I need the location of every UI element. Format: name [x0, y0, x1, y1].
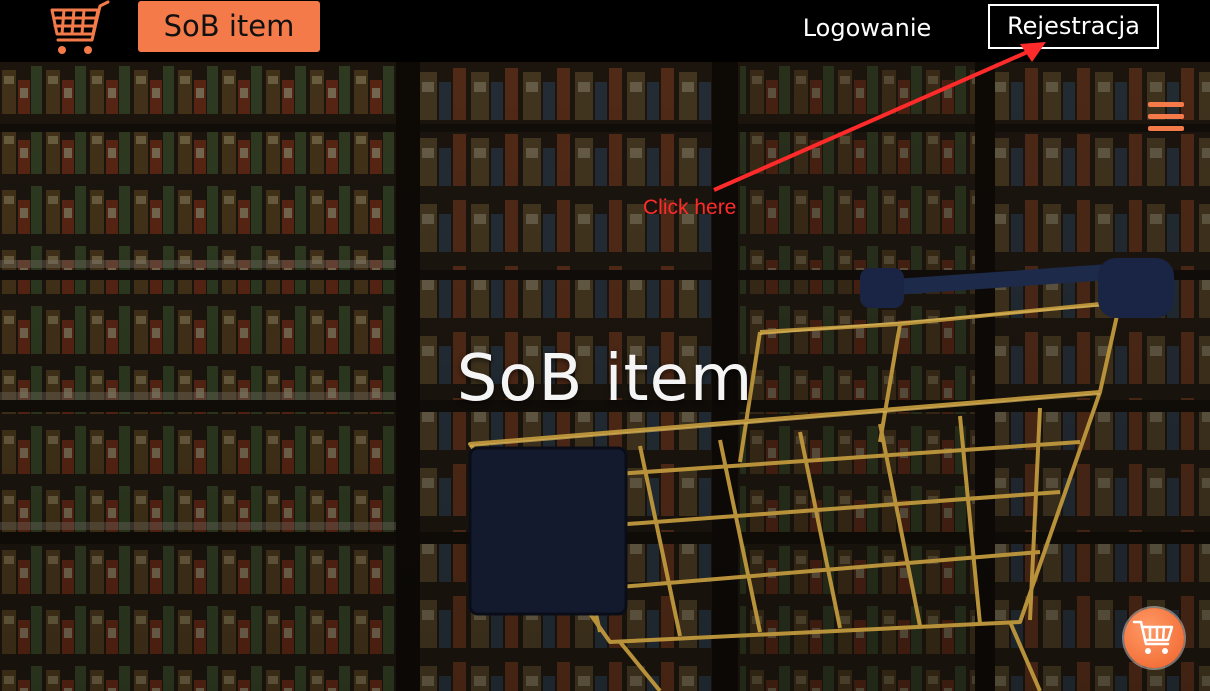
hero-section: SoB item Click here	[0, 62, 1210, 691]
login-link[interactable]: Logowanie	[782, 8, 952, 48]
cart-floating-button[interactable]	[1124, 608, 1184, 668]
hero-title: SoB item	[456, 342, 754, 416]
top-navbar: SoB item Logowanie Rejestracja	[0, 0, 1210, 62]
shopping-cart-icon[interactable]	[48, 0, 112, 58]
register-button[interactable]: Rejestracja	[988, 4, 1159, 49]
shopping-cart-icon	[1132, 620, 1174, 654]
click-here-annotation: Click here	[643, 196, 737, 219]
hamburger-menu-icon[interactable]	[1148, 102, 1186, 134]
brand-button[interactable]: SoB item	[138, 1, 320, 52]
